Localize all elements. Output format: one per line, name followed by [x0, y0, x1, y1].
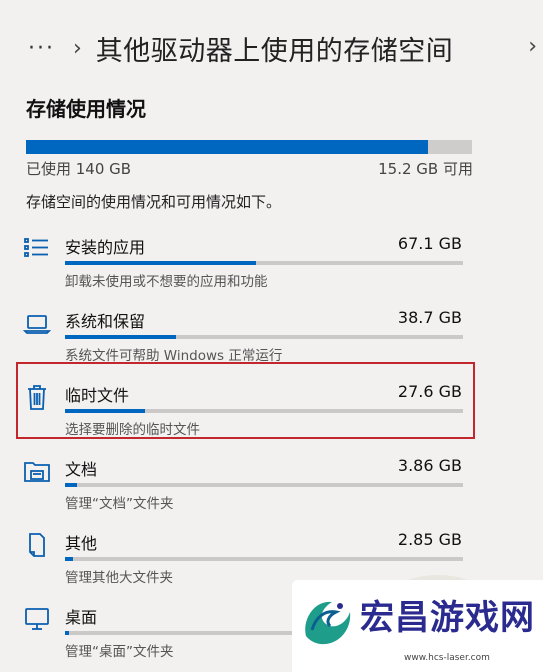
category-usage-fill	[65, 483, 77, 487]
category-subtitle: 管理“文档”文件夹	[65, 496, 174, 512]
section-title: 存储使用情况	[26, 97, 146, 121]
laptop-icon	[22, 308, 52, 338]
breadcrumb-chevron-right-icon: ›	[528, 34, 537, 59]
category-name: 其他	[65, 534, 98, 553]
watermark-logo-icon	[296, 590, 358, 652]
category-name: 文档	[65, 460, 98, 479]
category-size: 3.86 GB	[397, 456, 462, 475]
category-usage-bar	[65, 261, 463, 265]
documents-folder-icon	[22, 456, 52, 486]
category-usage-bar	[65, 483, 463, 487]
category-size: 67.1 GB	[397, 234, 462, 253]
desktop-monitor-icon	[22, 604, 52, 634]
category-subtitle: 管理“桌面”文件夹	[65, 644, 174, 660]
category-usage-fill	[65, 557, 73, 561]
category-size: 2.85 GB	[397, 530, 462, 549]
used-space-label: 已使用 140 GB	[26, 160, 132, 178]
storage-usage-bar	[26, 140, 472, 154]
breadcrumb: ··· › 其他驱动器上使用的存储空间	[28, 28, 453, 68]
storage-description: 存储空间的使用情况和可用情况如下。	[26, 193, 282, 211]
category-subtitle: 管理其他大文件夹	[65, 570, 173, 586]
more-options-button[interactable]: ···	[28, 36, 55, 61]
category-subtitle: 卸载未使用或不想要的应用和功能	[65, 274, 268, 290]
category-installed-apps[interactable]: 安装的应用 67.1 GB 卸载未使用或不想要的应用和功能	[22, 234, 470, 298]
category-usage-bar	[65, 335, 463, 339]
category-subtitle: 系统文件可帮助 Windows 正常运行	[65, 348, 283, 364]
free-space-label: 15.2 GB 可用	[378, 160, 473, 178]
category-usage-fill	[65, 631, 69, 635]
page-title: 其他驱动器上使用的存储空间	[95, 35, 454, 67]
category-name: 桌面	[65, 608, 98, 627]
category-usage-fill	[65, 261, 257, 265]
category-name: 安装的应用	[65, 238, 146, 257]
category-size: 38.7 GB	[397, 308, 462, 327]
category-documents[interactable]: 文档 3.86 GB 管理“文档”文件夹	[22, 456, 470, 520]
watermark-text: 宏昌游戏网	[360, 598, 535, 638]
temporary-files-highlight-box	[16, 362, 475, 439]
category-name: 系统和保留	[65, 312, 146, 331]
watermark: 宏昌游戏网 www.hcs-laser.com	[292, 580, 543, 672]
category-usage-fill	[65, 335, 177, 339]
breadcrumb-chevron-icon: ›	[72, 35, 82, 61]
category-usage-bar	[65, 557, 463, 561]
apps-list-icon	[22, 234, 52, 264]
watermark-url: www.hcs-laser.com	[404, 653, 490, 663]
other-file-icon	[22, 530, 52, 560]
storage-usage-fill	[26, 140, 429, 154]
